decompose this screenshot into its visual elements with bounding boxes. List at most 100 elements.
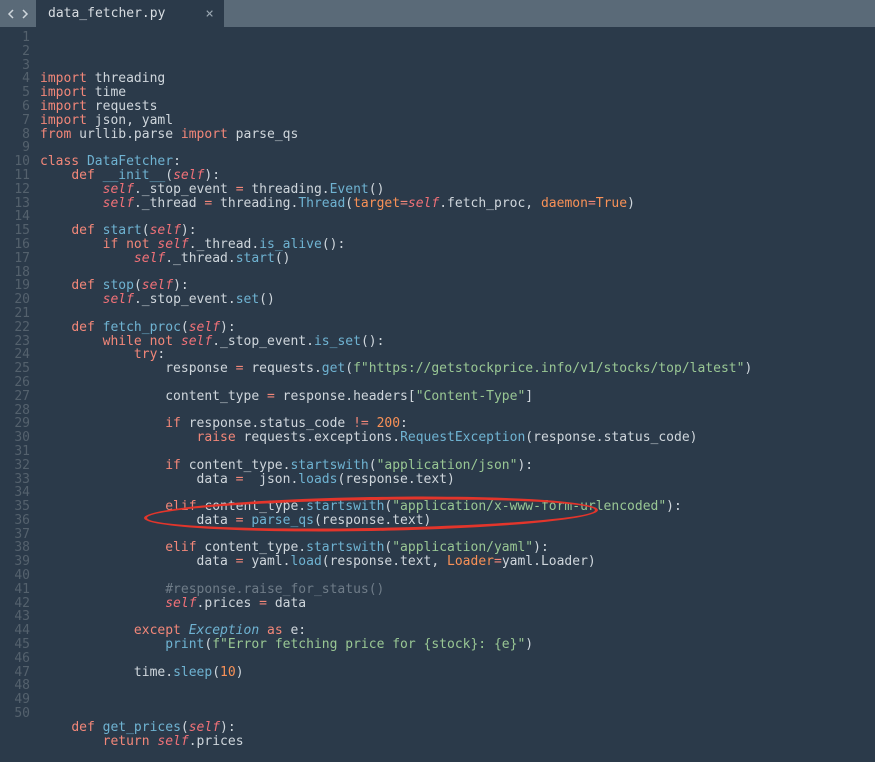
line-number: 11 (0, 169, 30, 183)
line-number: 22 (0, 321, 30, 335)
line-number: 27 (0, 390, 30, 404)
line-number: 47 (0, 666, 30, 680)
line-number: 38 (0, 541, 30, 555)
line-number: 37 (0, 528, 30, 542)
line-number: 49 (0, 693, 30, 707)
code-line: self.prices = data (40, 597, 875, 611)
code-line (40, 693, 875, 707)
line-number: 41 (0, 583, 30, 597)
tab-bar: data_fetcher.py × (0, 0, 875, 27)
code-line: data = parse_qs(response.text) (40, 514, 875, 528)
code-line: raise requests.exceptions.RequestExcepti… (40, 431, 875, 445)
line-number: 43 (0, 610, 30, 624)
line-number: 24 (0, 348, 30, 362)
code-line: while not self._stop_event.is_set(): (40, 335, 875, 349)
code-line: import time (40, 86, 875, 100)
line-number: 13 (0, 197, 30, 211)
tab-active[interactable]: data_fetcher.py × (36, 0, 224, 27)
code-line: elif content_type.startswith("applicatio… (40, 541, 875, 555)
line-number: 7 (0, 114, 30, 128)
code-line: try: (40, 348, 875, 362)
line-number: 19 (0, 279, 30, 293)
editor[interactable]: 1234567891011121314151617181920212223242… (0, 27, 875, 720)
line-number: 4 (0, 72, 30, 86)
line-number: 14 (0, 210, 30, 224)
code-line: self._stop_event = threading.Event() (40, 183, 875, 197)
code-line: def __init__(self): (40, 169, 875, 183)
code-line: #response.raise_for_status() (40, 583, 875, 597)
tab-filename: data_fetcher.py (48, 6, 165, 21)
line-number: 42 (0, 597, 30, 611)
line-number: 31 (0, 445, 30, 459)
code-line (40, 141, 875, 155)
line-number: 32 (0, 459, 30, 473)
line-number: 5 (0, 86, 30, 100)
code-line: content_type = response.headers["Content… (40, 390, 875, 404)
line-number: 16 (0, 238, 30, 252)
line-number: 44 (0, 624, 30, 638)
line-number: 3 (0, 59, 30, 73)
code-line: def fetch_proc(self): (40, 321, 875, 335)
code-line: self._stop_event.set() (40, 293, 875, 307)
line-number: 39 (0, 555, 30, 569)
line-number: 18 (0, 266, 30, 280)
line-number: 2 (0, 45, 30, 59)
line-number: 15 (0, 224, 30, 238)
code-line (40, 652, 875, 666)
code-line: import threading (40, 72, 875, 86)
code-line: if not self._thread.is_alive(): (40, 238, 875, 252)
close-icon[interactable]: × (205, 7, 213, 21)
code-line: class DataFetcher: (40, 155, 875, 169)
code-line (40, 376, 875, 390)
line-number: 6 (0, 100, 30, 114)
line-number: 34 (0, 486, 30, 500)
line-number: 50 (0, 707, 30, 721)
code-line (40, 528, 875, 542)
code-line: elif content_type.startswith("applicatio… (40, 500, 875, 514)
code-line: time.sleep(10) (40, 666, 875, 680)
code-line (40, 748, 875, 762)
code-line: self._thread.start() (40, 252, 875, 266)
code-line: self._thread = threading.Thread(target=s… (40, 197, 875, 211)
code-line (40, 569, 875, 583)
line-number-gutter: 1234567891011121314151617181920212223242… (0, 27, 40, 720)
code-line: print(f"Error fetching price for {stock}… (40, 638, 875, 652)
code-line (40, 266, 875, 280)
nav-back-icon[interactable] (6, 9, 16, 19)
line-number: 26 (0, 376, 30, 390)
code-line: return self.prices (40, 735, 875, 749)
code-line (40, 707, 875, 721)
code-line: def get_prices(self): (40, 721, 875, 735)
code-line: if content_type.startswith("application/… (40, 459, 875, 473)
line-number: 20 (0, 293, 30, 307)
line-number: 40 (0, 569, 30, 583)
line-number: 17 (0, 252, 30, 266)
line-number: 21 (0, 307, 30, 321)
line-number: 35 (0, 500, 30, 514)
code-line: response = requests.get(f"https://getsto… (40, 362, 875, 376)
line-number: 36 (0, 514, 30, 528)
line-number: 46 (0, 652, 30, 666)
line-number: 9 (0, 141, 30, 155)
line-number: 29 (0, 417, 30, 431)
code-line: from urllib.parse import parse_qs (40, 128, 875, 142)
code-line: import requests (40, 100, 875, 114)
line-number: 1 (0, 31, 30, 45)
nav-forward-icon[interactable] (20, 9, 30, 19)
code-line (40, 307, 875, 321)
code-line: def start(self): (40, 224, 875, 238)
code-line (40, 404, 875, 418)
line-number: 28 (0, 404, 30, 418)
code-area[interactable]: import threadingimport timeimport reques… (40, 27, 875, 720)
line-number: 45 (0, 638, 30, 652)
line-number: 48 (0, 679, 30, 693)
code-line: import json, yaml (40, 114, 875, 128)
line-number: 8 (0, 128, 30, 142)
code-line: def stop(self): (40, 279, 875, 293)
line-number: 10 (0, 155, 30, 169)
line-number: 33 (0, 473, 30, 487)
code-line: except Exception as e: (40, 624, 875, 638)
code-line: if response.status_code != 200: (40, 417, 875, 431)
code-line (40, 679, 875, 693)
code-line (40, 610, 875, 624)
